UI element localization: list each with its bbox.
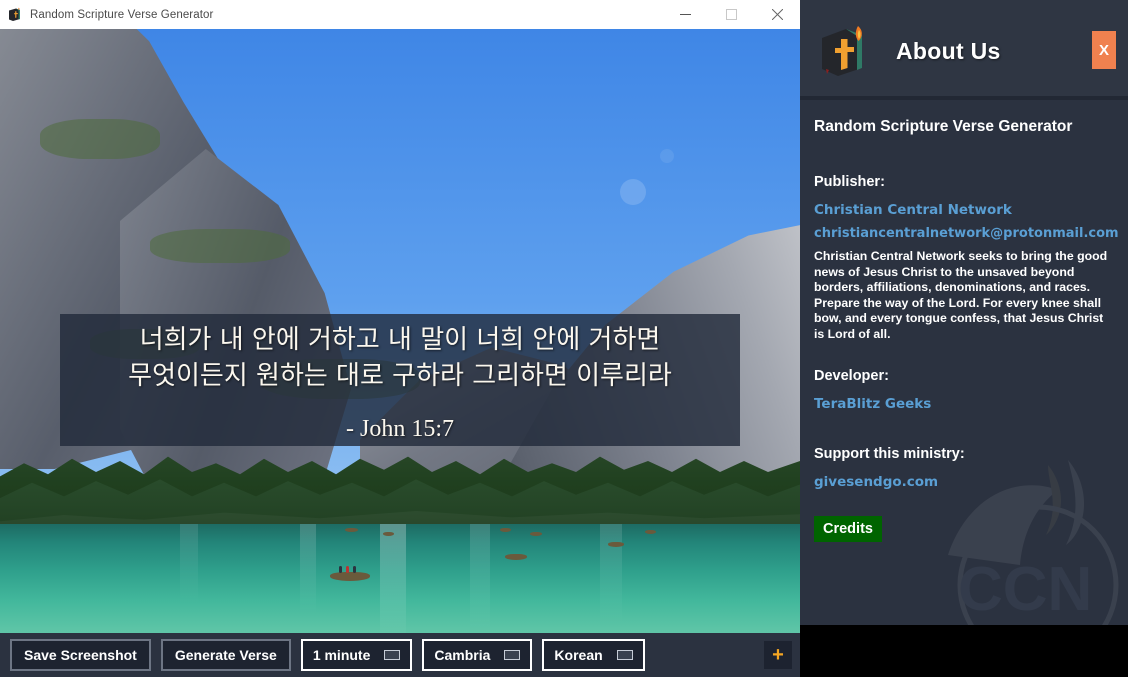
window-title: Random Scripture Verse Generator <box>30 8 214 21</box>
background-photo: 너희가 내 안에 거하고 내 말이 너희 안에 거하면 무엇이든지 원하는 대로… <box>0 29 800 633</box>
rowboat <box>330 566 370 581</box>
chevron-down-icon <box>384 650 401 660</box>
app-window: Random Scripture Verse Generator 너희가 내 안… <box>0 0 800 677</box>
water-reflection <box>380 524 406 633</box>
water-reflection <box>470 524 490 633</box>
developer-heading: Developer: <box>814 368 889 384</box>
water-reflection <box>300 524 316 614</box>
interval-dropdown[interactable]: 1 minute <box>300 639 413 671</box>
about-title: About Us <box>896 38 1001 64</box>
verse-text: 너희가 내 안에 거하고 내 말이 너희 안에 거하면 무엇이든지 원하는 대로… <box>128 325 672 391</box>
support-heading: Support this ministry: <box>814 446 965 462</box>
about-content: Random Scripture Verse Generator Publish… <box>814 118 1119 542</box>
rowboat <box>500 528 511 532</box>
publisher-heading: Publisher: <box>814 174 885 190</box>
maximize-button[interactable] <box>708 0 754 29</box>
support-link[interactable]: givesendgo.com <box>814 474 1114 490</box>
title-bar: Random Scripture Verse Generator <box>0 0 800 30</box>
rowboat <box>530 532 542 536</box>
add-button[interactable]: + <box>764 641 792 669</box>
about-app-name: Random Scripture Verse Generator <box>814 118 1073 135</box>
verse-overlay: 너희가 내 안에 거하고 내 말이 너희 안에 거하면 무엇이든지 원하는 대로… <box>60 314 740 446</box>
bottom-toolbar: Save Screenshot Generate Verse 1 minute … <box>0 633 800 677</box>
font-value: Cambria <box>434 647 491 663</box>
rowboat <box>505 554 527 560</box>
language-dropdown[interactable]: Korean <box>542 639 645 671</box>
font-dropdown[interactable]: Cambria <box>422 639 533 671</box>
svg-text:CCN: CCN <box>958 555 1092 624</box>
publisher-name-link[interactable]: Christian Central Network <box>814 202 1114 218</box>
close-panel-button[interactable]: X <box>1092 31 1116 69</box>
rowboat <box>608 542 624 547</box>
mission-statement: Christian Central Network seeks to bring… <box>814 249 1108 341</box>
book-flame-icon <box>7 7 23 23</box>
credits-button[interactable]: Credits <box>814 516 882 542</box>
developer-name-link[interactable]: TeraBlitz Geeks <box>814 396 1114 412</box>
water-reflection <box>180 524 198 604</box>
lens-flare <box>660 149 674 163</box>
close-button[interactable] <box>754 0 800 29</box>
moss <box>40 119 160 159</box>
chevron-down-icon <box>504 650 521 660</box>
rowboat <box>645 530 656 534</box>
lake <box>0 524 800 633</box>
interval-value: 1 minute <box>312 647 371 663</box>
publisher-email-link[interactable]: christiancentralnetwork@protonmail.com <box>814 226 1119 241</box>
book-flame-icon <box>814 24 870 80</box>
rowboat <box>345 528 358 532</box>
generate-verse-button[interactable]: Generate Verse <box>160 639 291 671</box>
about-header: About Us X <box>800 0 1128 96</box>
minimize-button[interactable] <box>662 0 708 29</box>
rowboat <box>383 532 394 536</box>
verse-reference: - John 15:7 <box>346 416 454 442</box>
screen: Random Scripture Verse Generator 너희가 내 안… <box>0 0 1128 677</box>
chevron-down-icon <box>616 650 633 660</box>
header-divider <box>800 96 1128 100</box>
language-value: Korean <box>554 647 603 663</box>
save-screenshot-button[interactable]: Save Screenshot <box>10 639 151 671</box>
moss <box>150 229 290 263</box>
about-panel: CCN About Us X Random Scripture Verse Ge… <box>800 0 1128 625</box>
lens-flare <box>620 179 646 205</box>
water-reflection <box>600 524 622 624</box>
